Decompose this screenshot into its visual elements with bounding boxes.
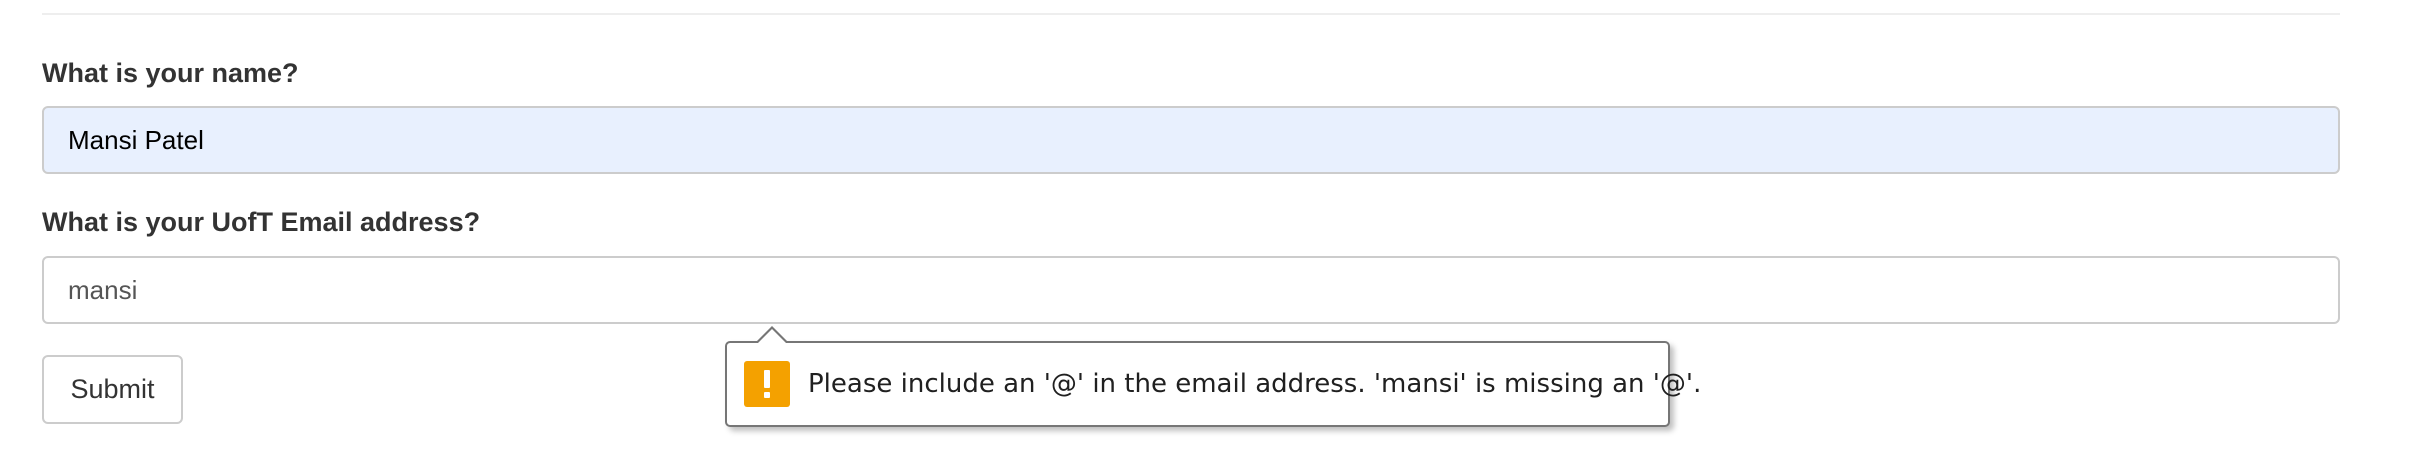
warning-icon [744, 361, 790, 407]
top-divider [42, 13, 2340, 15]
name-label: What is your name? [42, 58, 299, 88]
survey-form-page: What is your name? What is your UofT Ema… [0, 0, 2412, 472]
email-validation-tooltip: Please include an '@' in the email addre… [725, 326, 1701, 427]
tooltip-arrow-fill [757, 329, 787, 344]
tooltip-message: Please include an '@' in the email addre… [808, 369, 1702, 399]
email-input[interactable] [42, 256, 2340, 324]
name-input[interactable] [42, 106, 2340, 174]
submit-button[interactable]: Submit [42, 355, 183, 424]
email-label: What is your UofT Email address? [42, 207, 481, 237]
